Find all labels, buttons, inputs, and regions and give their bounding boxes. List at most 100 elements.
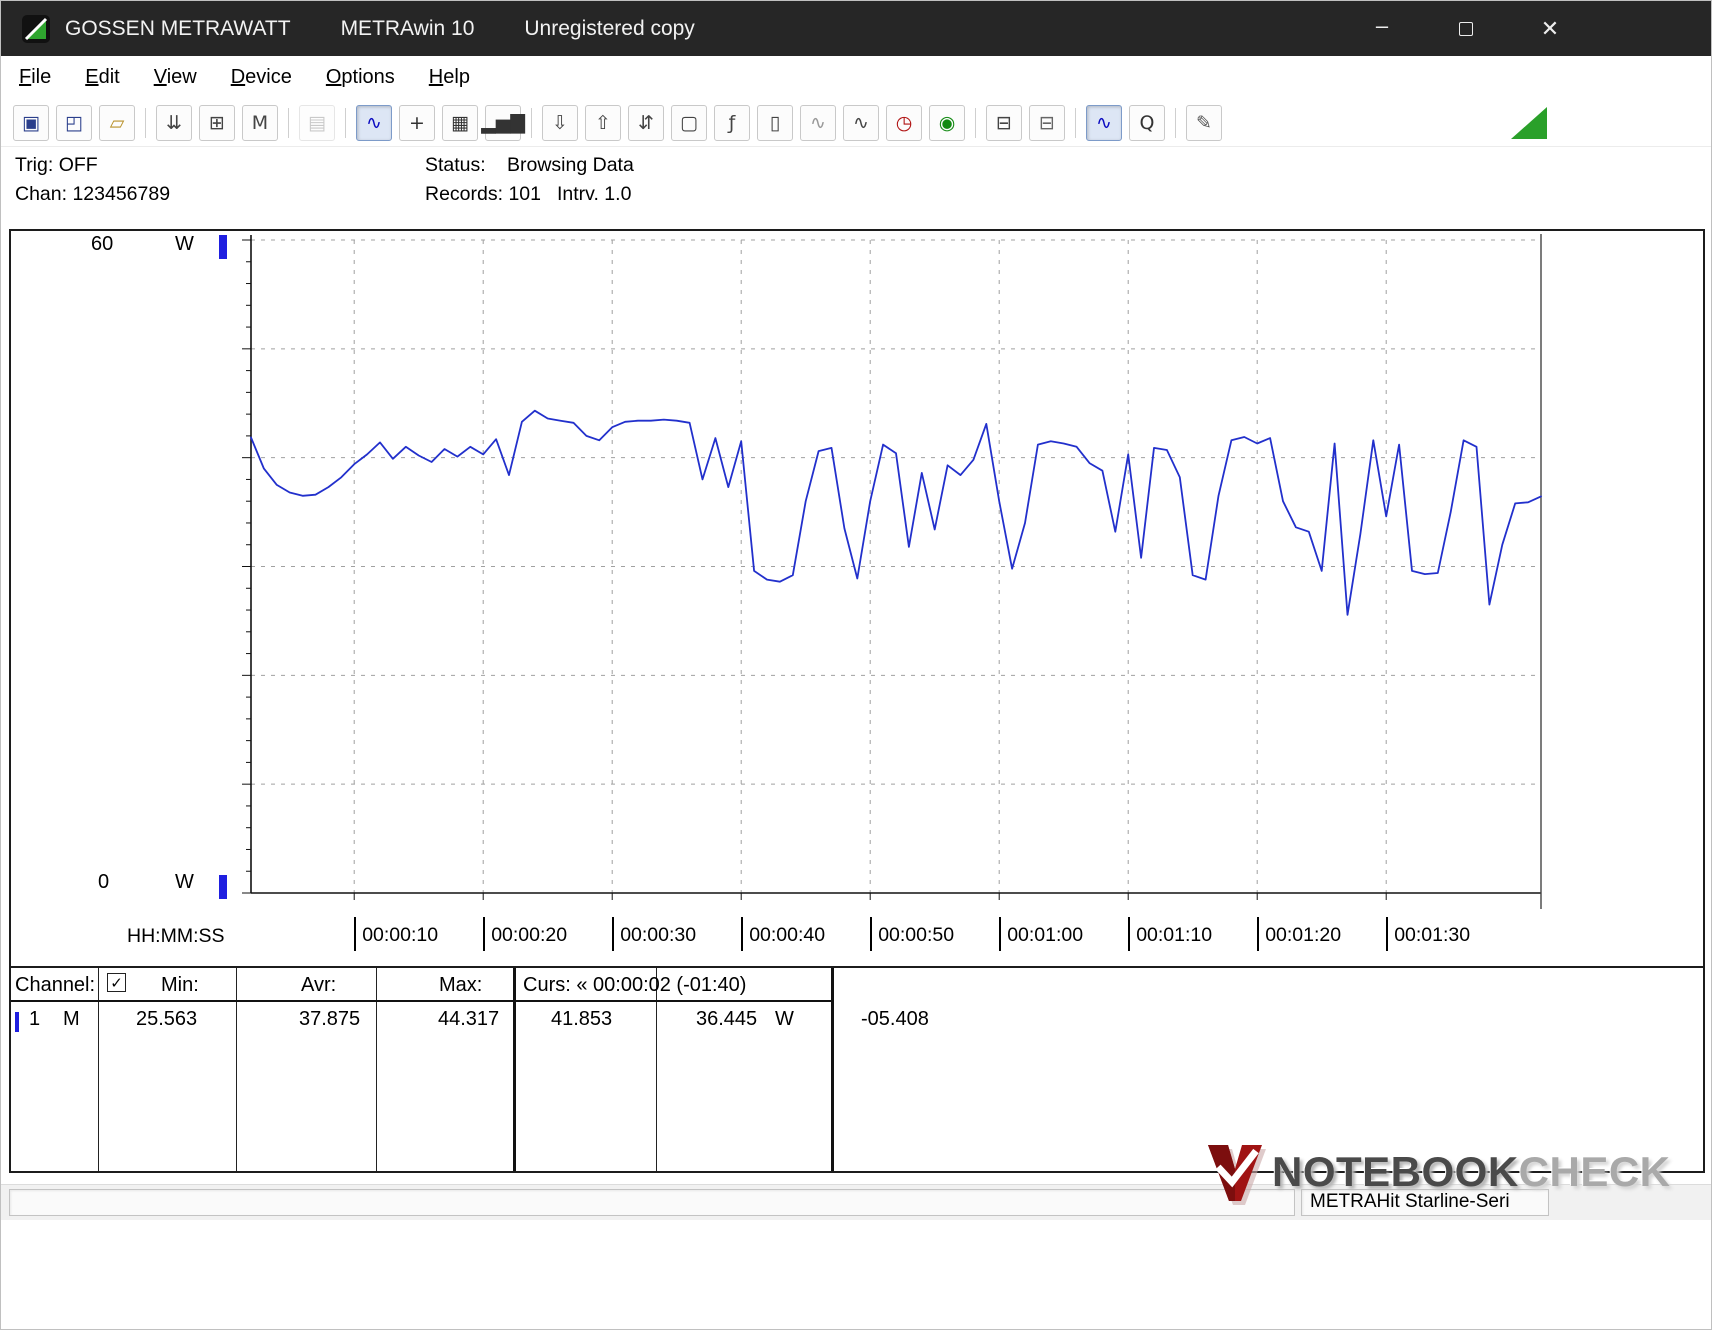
signal-high-icon: ∿	[853, 112, 869, 134]
toolbar-signal-low-button[interactable]: ∿	[800, 105, 836, 141]
toolbar-live-monitor-button[interactable]: ▢	[671, 105, 707, 141]
value-unit: W	[775, 1008, 794, 1031]
channel-number: 1	[29, 1008, 40, 1031]
toolbar-view-table-button[interactable]: ▦	[442, 105, 478, 141]
x-axis-format-label: HH:MM:SS	[127, 925, 225, 948]
table-divider	[513, 968, 516, 1171]
toolbar-save-button[interactable]: ▣	[13, 105, 49, 141]
device-upload-icon: ⇧	[595, 112, 611, 134]
menubar: File Edit View Device Options Help	[1, 56, 1711, 99]
toolbar-formula-button[interactable]: ƒ	[714, 105, 750, 141]
open-file-icon: ▱	[110, 112, 125, 134]
table-header-divider	[11, 1000, 833, 1002]
toolbar-timer-button[interactable]: ◉	[929, 105, 965, 141]
license-status: Unregistered copy	[524, 17, 694, 41]
toolbar-zoom-signal-button[interactable]: ∿	[1086, 105, 1122, 141]
col-channel: Channel:	[15, 974, 95, 997]
memory-card-icon: ▯	[770, 112, 780, 134]
clock-icon: ◷	[896, 112, 913, 134]
print-setup-icon: ⊟	[1039, 112, 1055, 134]
toolbar-clock-button[interactable]: ◷	[886, 105, 922, 141]
toolbar-save-data-button[interactable]: ◰	[56, 105, 92, 141]
channel-visible-checkbox[interactable]: ✓	[107, 973, 126, 992]
records-count: Records: 101	[425, 183, 541, 206]
table-divider	[98, 968, 99, 1171]
min-value: 25.563	[136, 1008, 197, 1031]
keyboard-entry-icon: ▤	[308, 112, 326, 134]
titlebar: GOSSEN METRAWATT METRAwin 10 Unregistere…	[1, 1, 1711, 56]
toolbar-view-scope-button[interactable]: +	[399, 105, 435, 141]
menu-view[interactable]: View	[142, 61, 209, 94]
y-axis-min-label: 0	[98, 871, 109, 894]
toolbar-open-file-button[interactable]: ▱	[99, 105, 135, 141]
toolbar-print-button[interactable]: ⊟	[986, 105, 1022, 141]
menu-file[interactable]: File	[7, 61, 63, 94]
status-label: Status:	[425, 154, 486, 177]
window-controls: – ✕	[1359, 1, 1573, 56]
cursor2-value: 36.445	[696, 1008, 757, 1031]
toolbar: ▣◰▱⇊⊞M▤∿+▦▂▅▇⇩⇧⇵▢ƒ▯∿∿◷◉⊟⊟∿Q✎	[1, 99, 1711, 147]
col-avr: Avr:	[301, 974, 336, 997]
save-icon: ▣	[22, 112, 40, 134]
toolbar-view-histogram-button[interactable]: ▂▅▇	[485, 105, 521, 141]
x-axis-tick-label: 00:00:10	[354, 917, 438, 951]
channel-color-bar	[15, 1012, 19, 1032]
signal-low-icon: ∿	[810, 112, 826, 134]
cursor2-handle[interactable]	[219, 875, 227, 899]
read-memory-icon: ⊞	[209, 112, 225, 134]
x-axis-tick-label: 00:01:10	[1128, 917, 1212, 951]
toolbar-view-line-chart-button[interactable]: ∿	[356, 105, 392, 141]
y-axis-unit-top: W	[175, 233, 194, 256]
minimize-button[interactable]: –	[1359, 6, 1405, 52]
toolbar-separator	[531, 108, 532, 138]
toolbar-print-setup-button[interactable]: ⊟	[1029, 105, 1065, 141]
save-data-icon: ◰	[65, 112, 83, 134]
brand-title: GOSSEN METRAWATT	[65, 17, 291, 41]
link-indicator-icon	[1511, 107, 1547, 139]
zoom-signal-icon: ∿	[1096, 112, 1112, 134]
toolbar-device-download-button[interactable]: ⇩	[542, 105, 578, 141]
toolbar-read-display-button[interactable]: ⇊	[156, 105, 192, 141]
menu-options[interactable]: Options	[314, 61, 407, 94]
col-min: Min:	[161, 974, 199, 997]
interval-value: Intrv. 1.0	[557, 183, 631, 206]
print-icon: ⊟	[996, 112, 1012, 134]
read-display-icon: ⇊	[166, 112, 182, 134]
channel-mode: M	[63, 1008, 80, 1031]
device-config-icon: ⇵	[638, 112, 654, 134]
notebookcheck-watermark: NOTEBOOKCHECK	[1204, 1135, 1671, 1209]
toolbar-signal-high-button[interactable]: ∿	[843, 105, 879, 141]
watermark-text-secondary: CHECK	[1519, 1148, 1671, 1196]
delta-value: -05.408	[861, 1008, 929, 1031]
maximize-button[interactable]	[1443, 6, 1489, 52]
toolbar-device-config-button[interactable]: ⇵	[628, 105, 664, 141]
toolbar-zoom-search-button[interactable]: Q	[1129, 105, 1165, 141]
toolbar-device-upload-button[interactable]: ⇧	[585, 105, 621, 141]
app-title: METRAwin 10	[341, 17, 475, 41]
cursor1-handle[interactable]	[219, 235, 227, 259]
read-m-card-icon: M	[252, 112, 268, 134]
x-axis-tick-label: 00:00:20	[483, 917, 567, 951]
menu-device[interactable]: Device	[219, 61, 304, 94]
menu-help[interactable]: Help	[417, 61, 482, 94]
statusbar-message-area	[9, 1189, 1295, 1216]
toolbar-separator	[145, 108, 146, 138]
app-window: GOSSEN METRAWATT METRAwin 10 Unregistere…	[0, 0, 1712, 1330]
toolbar-read-memory-button[interactable]: ⊞	[199, 105, 235, 141]
x-axis-tick-label: 00:01:30	[1386, 917, 1470, 951]
maximize-icon	[1459, 22, 1473, 36]
power-line-chart[interactable]	[11, 231, 1707, 966]
toolbar-memory-card-button[interactable]: ▯	[757, 105, 793, 141]
watermark-text-primary: NOTEBOOK	[1272, 1148, 1519, 1196]
notebookcheck-logo-icon	[1204, 1135, 1266, 1209]
toolbar-read-m-card-button[interactable]: M	[242, 105, 278, 141]
menu-edit[interactable]: Edit	[73, 61, 131, 94]
toolbar-annotation-button[interactable]: ✎	[1186, 105, 1222, 141]
gossen-metrawatt-logo-icon	[21, 14, 51, 44]
avr-value: 37.875	[299, 1008, 360, 1031]
toolbar-keyboard-entry-button[interactable]: ▤	[299, 105, 335, 141]
close-button[interactable]: ✕	[1527, 6, 1573, 52]
x-axis-tick-label: 00:00:30	[612, 917, 696, 951]
x-axis-tick-label: 00:01:00	[999, 917, 1083, 951]
status-info: Trig: OFF Chan: 123456789 Status: Browsi…	[1, 147, 1711, 229]
